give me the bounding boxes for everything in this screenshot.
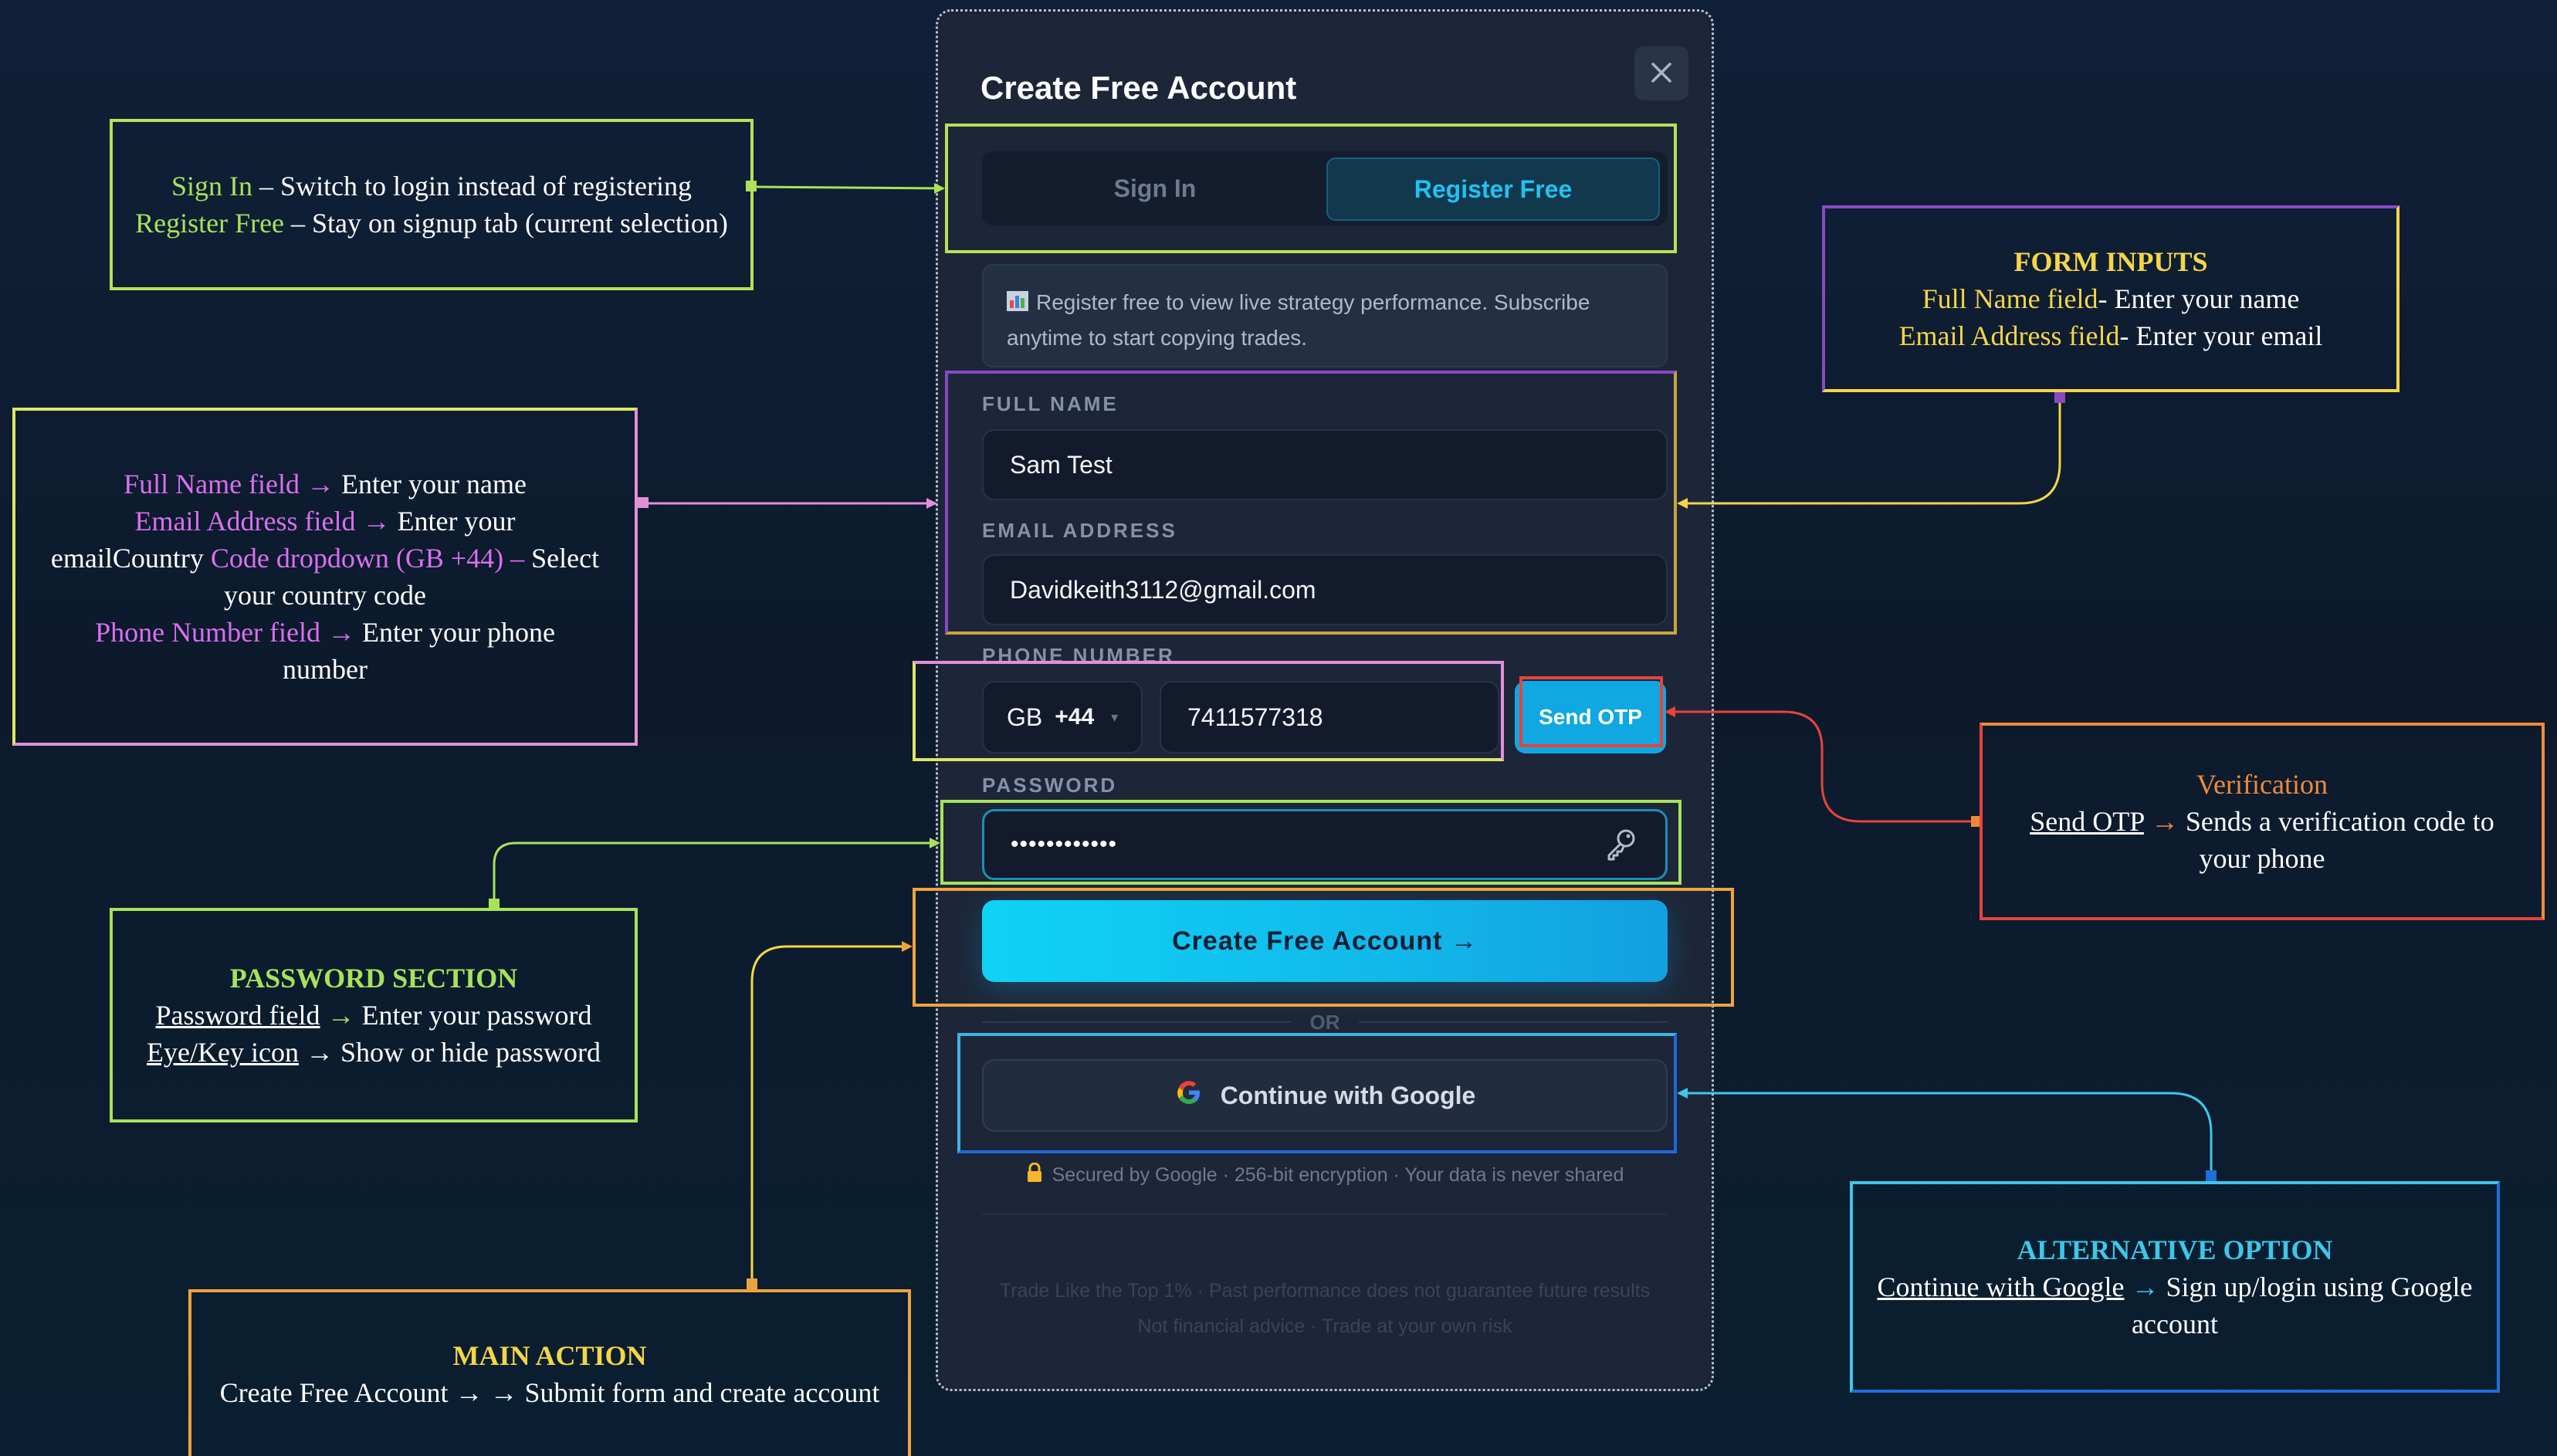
ann-alt-link: Continue with Google: [1877, 1271, 2125, 1302]
ann-email-cont: email: [50, 543, 113, 574]
ann-fullname-name: Full Name field →: [124, 469, 335, 499]
ann-verif-link: Send OTP: [2030, 806, 2144, 837]
ann-register-desc: – Stay on signup tab (current selection): [284, 208, 728, 239]
ann-pwd-field-link: Password field: [155, 1000, 320, 1031]
ann-form-line1-name: Full Name field: [1922, 283, 2098, 314]
ann-phone-desc: Enter your phone: [355, 617, 555, 648]
ann-form-line2-name: Email Address field: [1898, 320, 2120, 351]
annotation-alternative: ALTERNATIVE OPTION Continue with Google …: [1850, 1181, 2500, 1393]
ann-country-name: Code dropdown (GB +44) –: [203, 543, 525, 574]
ann-register-name: Register Free: [135, 208, 285, 239]
ann-main-header: MAIN ACTION: [452, 1340, 647, 1371]
ann-verif-header: Verification: [2196, 769, 2328, 800]
ann-signin-desc: – Switch to login instead of registering: [252, 171, 692, 201]
ann-pwd-field-desc: Enter your password: [354, 1000, 592, 1031]
annotation-tabs: Sign In – Switch to login instead of reg…: [110, 119, 754, 290]
ann-alt-desc: Sign up/login using Google: [2159, 1271, 2473, 1302]
annotation-main-action: MAIN ACTION Create Free Account → → Subm…: [188, 1289, 911, 1456]
annotation-form-inputs: FORM INPUTS Full Name field- Enter your …: [1822, 205, 2400, 392]
ann-signin-name: Sign In: [171, 171, 253, 201]
ann-country-desc: Select: [524, 543, 600, 574]
annotation-password: PASSWORD SECTION Password field → Enter …: [110, 908, 638, 1122]
ann-alt-header: ALTERNATIVE OPTION: [2017, 1234, 2333, 1265]
ann-verif-desc: Sends a verification code to: [2178, 806, 2494, 837]
annotation-verification: Verification Send OTP → Sends a verifica…: [1980, 723, 2545, 920]
ann-pwd-icon-desc: Show or hide password: [333, 1037, 601, 1068]
ann-form-line1-desc: - Enter your name: [2098, 283, 2300, 314]
ann-form-header: FORM INPUTS: [2013, 246, 2208, 277]
ann-fullname-desc: Enter your name: [334, 469, 527, 499]
ann-pwd-header: PASSWORD SECTION: [229, 963, 518, 994]
annotation-fields: Full Name field → Enter your name Email …: [12, 408, 638, 746]
ann-email-desc: Enter your: [390, 506, 516, 537]
ann-country-pre: Country: [112, 543, 204, 574]
ann-alt-desc2: account: [2132, 1309, 2218, 1339]
ann-verif-desc2: your phone: [2199, 843, 2325, 874]
ann-form-line2-desc: - Enter your email: [2119, 320, 2323, 351]
ann-pwd-icon-link: Eye/Key icon: [147, 1037, 299, 1068]
ann-phone-name: Phone Number field: [95, 617, 320, 648]
ann-main-desc: Create Free Account → → Submit form and …: [219, 1377, 880, 1408]
ann-email-name: Email Address field →: [134, 506, 391, 537]
ann-country-cont: your country code: [224, 580, 426, 611]
ann-phone-cont: number: [283, 654, 367, 685]
